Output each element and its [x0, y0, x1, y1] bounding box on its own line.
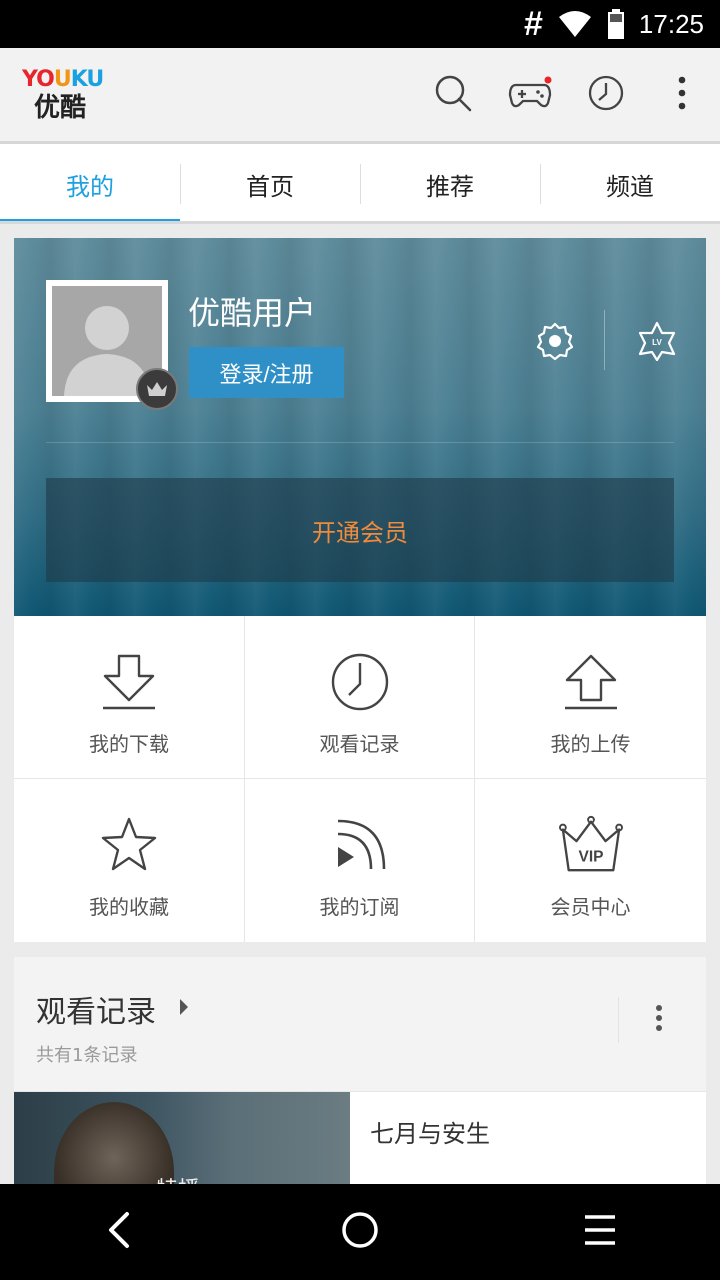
overflow-menu-button[interactable] — [657, 70, 707, 120]
back-button[interactable] — [75, 1187, 165, 1277]
open-vip-button[interactable]: 开通会员 — [46, 478, 674, 582]
search-icon — [433, 73, 473, 117]
username: 优酷用户 — [188, 294, 317, 332]
history-clock-icon — [587, 74, 625, 116]
clock-icon — [328, 650, 392, 714]
tab-label: 我的 — [66, 172, 114, 201]
logo-yo: YO — [22, 67, 55, 92]
wifi-icon — [557, 9, 593, 39]
gear-icon — [535, 321, 575, 365]
tab-label: 频道 — [606, 172, 654, 201]
grid-item-label: 我的上传 — [550, 732, 631, 756]
download-icon — [97, 650, 161, 714]
video-thumbnail[interactable]: 特播 — [14, 1092, 350, 1192]
tab-divider — [0, 221, 720, 224]
tab-recommend[interactable]: 推荐 — [360, 144, 540, 224]
history-title[interactable]: 观看记录 — [36, 987, 156, 1031]
feature-grid: 我的下载 观看记录 我的上传 我的收藏 我的订阅 VIP 会员中心 — [14, 616, 706, 942]
home-icon — [340, 1210, 380, 1254]
grid-item-label: 会员中心 — [550, 895, 631, 919]
logo-wordmark: YOUKU — [22, 68, 122, 92]
history-item[interactable]: 七月与安生 — [350, 1092, 706, 1192]
history-count: 共有1条记录 — [36, 1045, 138, 1066]
profile-separator — [46, 442, 674, 443]
grid-item-downloads[interactable]: 我的下载 — [14, 616, 245, 779]
menu-button[interactable] — [555, 1187, 645, 1277]
navigation-bar — [0, 1184, 720, 1280]
video-title: 七月与安生 — [370, 1120, 490, 1148]
grid-item-uploads[interactable]: 我的上传 — [475, 616, 706, 779]
history-button[interactable] — [581, 70, 631, 120]
status-time: 17:25 — [638, 8, 704, 39]
level-button[interactable]: LV — [632, 318, 682, 368]
level-text: LV — [652, 338, 662, 347]
logo-ku: KU — [70, 67, 105, 92]
subscribe-icon — [328, 813, 392, 877]
tab-home[interactable]: 首页 — [180, 144, 360, 224]
overflow-menu-icon — [655, 1004, 663, 1036]
history-more-button[interactable] — [618, 997, 698, 1043]
logo-chinese: 优酷 — [34, 93, 87, 123]
signal-indicator: # — [524, 5, 543, 43]
grid-item-vip-center[interactable]: VIP 会员中心 — [475, 779, 706, 942]
grid-item-history[interactable]: 观看记录 — [245, 616, 475, 779]
vip-badge-text: VIP — [578, 848, 603, 865]
grid-item-label: 我的下载 — [89, 732, 169, 756]
grid-item-subscriptions[interactable]: 我的订阅 — [245, 779, 475, 942]
profile-card: 优酷用户 登录/注册 LV 开通会员 — [14, 238, 706, 616]
watch-history-section: 观看记录 共有1条记录 特播 七月与安生 — [14, 957, 706, 1197]
home-button[interactable] — [315, 1187, 405, 1277]
chevron-right-icon[interactable] — [178, 997, 190, 1021]
star-icon — [97, 813, 161, 877]
menu-icon — [582, 1213, 618, 1251]
screen: # 17:25 YOUKU 优酷 我的 首页 推荐 频道 优酷用户 登录/注册 … — [0, 0, 720, 1280]
grid-item-label: 观看记录 — [319, 732, 400, 756]
overflow-menu-icon — [677, 75, 687, 115]
grid-item-favorites[interactable]: 我的收藏 — [14, 779, 245, 942]
tab-channel[interactable]: 频道 — [540, 144, 720, 224]
crown-badge-icon — [136, 368, 178, 410]
battery-icon — [607, 9, 625, 39]
level-star-icon: LV — [637, 321, 677, 365]
youku-logo[interactable]: YOUKU 优酷 — [22, 68, 122, 128]
search-button[interactable] — [428, 70, 478, 120]
logo-u: U — [53, 67, 72, 92]
status-bar: # 17:25 — [0, 0, 720, 48]
tab-label: 推荐 — [426, 172, 474, 201]
upload-icon — [559, 650, 623, 714]
game-controller-icon — [508, 75, 552, 115]
tab-bar: 我的 首页 推荐 频道 — [0, 144, 720, 224]
game-center-button[interactable] — [505, 70, 555, 120]
vip-crown-icon: VIP — [558, 813, 623, 877]
profile-divider — [604, 310, 605, 370]
login-register-button[interactable]: 登录/注册 — [189, 347, 344, 398]
app-bar: YOUKU 优酷 — [0, 48, 720, 144]
grid-item-label: 我的订阅 — [319, 895, 400, 919]
tab-mine[interactable]: 我的 — [0, 144, 180, 224]
tab-label: 首页 — [246, 172, 294, 201]
grid-item-label: 我的收藏 — [89, 895, 169, 919]
back-icon — [105, 1210, 135, 1254]
settings-button[interactable] — [532, 320, 578, 366]
